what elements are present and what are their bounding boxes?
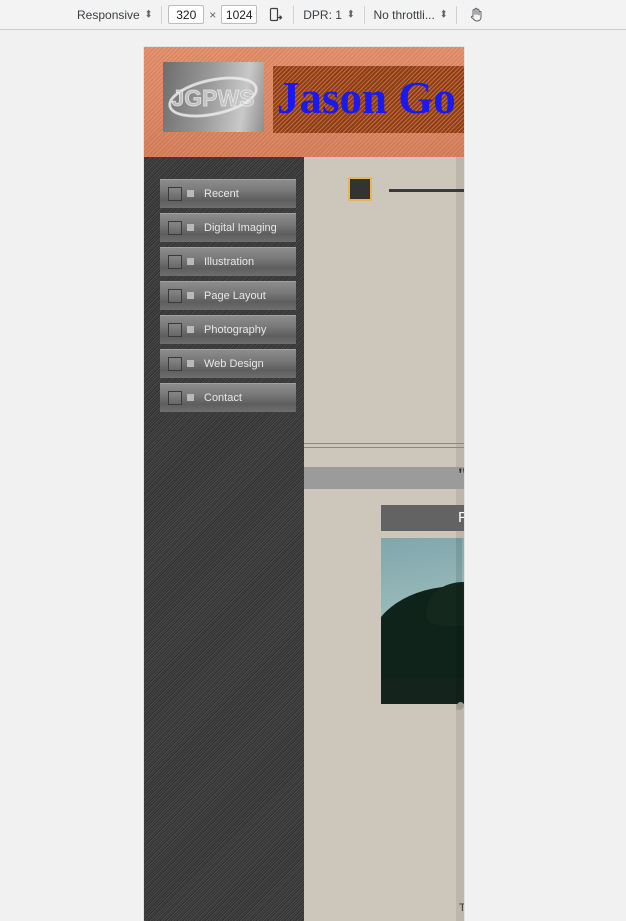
- rendered-page: JGPWS Jason Go Recent Digital Imaging Il…: [144, 47, 464, 921]
- horizontal-rule-dark: [389, 189, 464, 192]
- checkbox-icon[interactable]: [168, 322, 182, 337]
- main-content: " P T c P: [304, 157, 464, 921]
- body-paragraph: T c P ": [459, 897, 464, 921]
- throttling-label: No throttli...: [373, 7, 435, 22]
- bullet-icon: [187, 292, 194, 299]
- checkbox-icon[interactable]: [168, 390, 182, 405]
- sidebar-item-page-layout[interactable]: Page Layout: [160, 281, 296, 310]
- section-heading-bar: P: [381, 505, 464, 531]
- checkbox-icon[interactable]: [168, 220, 182, 235]
- sidebar-item-contact[interactable]: Contact: [160, 383, 296, 412]
- sidebar-item-recent[interactable]: Recent: [160, 179, 296, 208]
- bullet-icon: [187, 326, 194, 333]
- checkbox-icon[interactable]: [168, 356, 182, 371]
- hand-touch-icon: [470, 7, 482, 22]
- thumbnail-chip[interactable]: [348, 177, 372, 201]
- sidebar-item-label: Digital Imaging: [204, 221, 277, 234]
- viewport-height-input[interactable]: [221, 5, 258, 24]
- throttling-select[interactable]: No throttli... ⬍: [371, 8, 451, 22]
- page-title: Jason Go: [277, 73, 456, 123]
- body-line: T: [459, 902, 464, 914]
- sidebar-item-photography[interactable]: Photography: [160, 315, 296, 344]
- site-body: Recent Digital Imaging Illustration Page…: [144, 157, 464, 921]
- viewport-width-input[interactable]: [168, 5, 205, 24]
- bullet-icon: [187, 258, 194, 265]
- device-selector-group: Responsive ⬍: [74, 0, 155, 30]
- bullet-icon: [187, 224, 194, 231]
- sidebar-item-illustration[interactable]: Illustration: [160, 247, 296, 276]
- device-mode-label: Responsive: [77, 7, 140, 22]
- chevron-updown-icon: ⬍: [144, 8, 153, 20]
- device-viewport-area: JGPWS Jason Go Recent Digital Imaging Il…: [0, 31, 626, 921]
- toolbar-divider: [161, 5, 163, 24]
- dimension-separator: ×: [209, 7, 217, 22]
- sidebar-item-web-design[interactable]: Web Design: [160, 349, 296, 378]
- site-logo[interactable]: JGPWS: [163, 62, 264, 132]
- sidebar-item-label: Photography: [204, 323, 267, 336]
- toolbar-divider-2: [293, 5, 295, 24]
- rotate-device-icon: [269, 7, 282, 22]
- checkbox-icon[interactable]: [168, 288, 182, 303]
- horizontal-rule-thin-bottom: [304, 447, 464, 448]
- photo-bullet-dot: [457, 702, 464, 709]
- sidebar-item-label: Contact: [204, 391, 242, 404]
- bullet-icon: [187, 190, 194, 197]
- quote-band: ": [304, 465, 464, 489]
- sidebar-nav: Recent Digital Imaging Illustration Page…: [144, 157, 304, 921]
- sidebar-item-digital-imaging[interactable]: Digital Imaging: [160, 213, 296, 242]
- sidebar-item-label: Recent: [204, 187, 239, 200]
- jgpws-logo-icon: JGPWS: [168, 76, 258, 118]
- bullet-icon: [187, 394, 194, 401]
- site-title-banner: Jason Go: [273, 66, 464, 133]
- rotate-device-button[interactable]: [263, 3, 287, 27]
- toolbar-divider-3: [363, 5, 365, 24]
- chevron-updown-icon-3: ⬍: [439, 8, 448, 20]
- sidebar-item-label: Illustration: [204, 255, 255, 268]
- touch-emulation-button[interactable]: [463, 3, 487, 27]
- photo-thumbnail[interactable]: [381, 538, 464, 704]
- sidebar-item-label: Web Design: [204, 357, 264, 370]
- quote-mark: ": [457, 465, 464, 487]
- main-content-inner: " P T c P: [304, 157, 464, 921]
- horizontal-rule-thin-top: [304, 443, 464, 444]
- sidebar-item-label: Page Layout: [204, 289, 266, 302]
- device-mode-select[interactable]: Responsive ⬍: [74, 8, 155, 22]
- dpr-select[interactable]: DPR: 1 ⬍: [300, 8, 357, 22]
- photo-ground: [381, 678, 464, 704]
- dpr-label: DPR: 1: [303, 7, 342, 22]
- bullet-icon: [187, 360, 194, 367]
- devtools-device-toolbar: Responsive ⬍ × DPR: 1 ⬍ No throttli... ⬍: [0, 0, 626, 30]
- site-header: JGPWS Jason Go: [144, 47, 464, 157]
- chevron-updown-icon-2: ⬍: [346, 8, 355, 20]
- checkbox-icon[interactable]: [168, 186, 182, 201]
- photo-shadow: [456, 538, 462, 710]
- section-heading-label: P: [458, 509, 464, 526]
- checkbox-icon[interactable]: [168, 254, 182, 269]
- toolbar-divider-4: [456, 5, 458, 24]
